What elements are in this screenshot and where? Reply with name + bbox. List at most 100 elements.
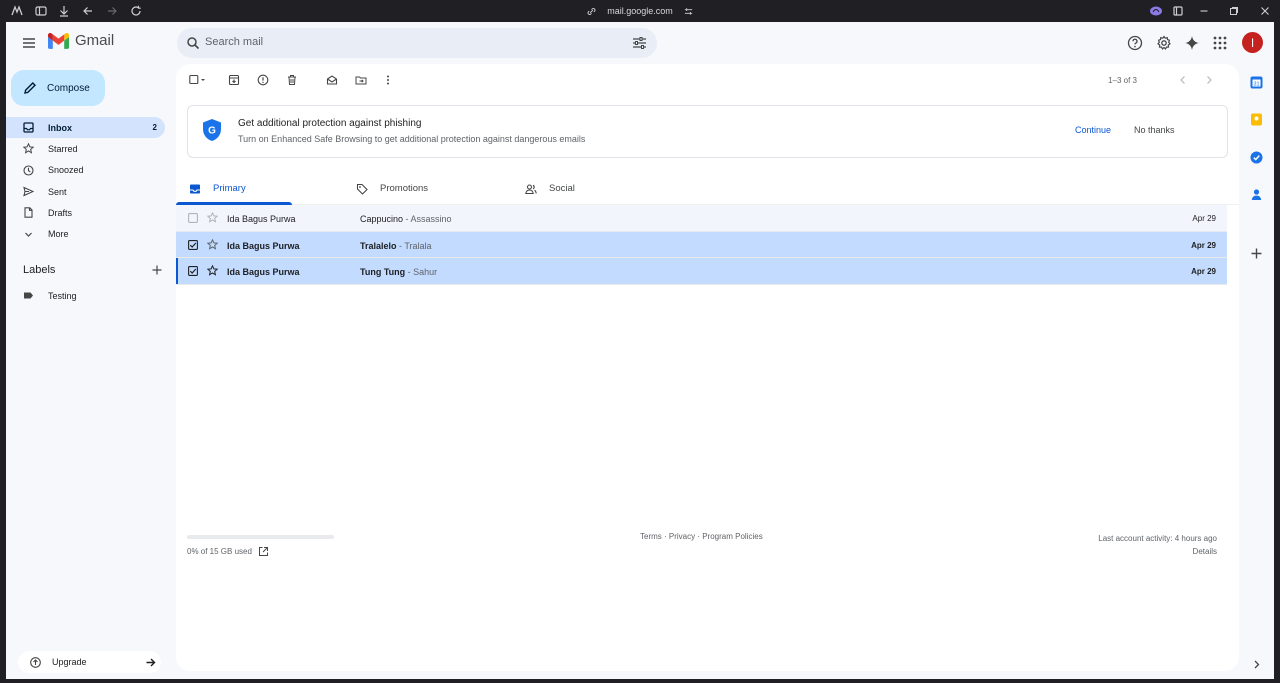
- keep-notes-icon[interactable]: [1250, 113, 1263, 126]
- storage-usage: 0% of 15 GB used: [187, 546, 269, 557]
- email-subject: Cappucino: [360, 214, 404, 224]
- main-menu-icon[interactable]: [20, 34, 38, 52]
- footer-links[interactable]: Terms · Privacy · Program Policies: [640, 532, 763, 541]
- tab-promotions[interactable]: Promotions: [356, 172, 428, 205]
- archive-icon[interactable]: [228, 74, 240, 86]
- sidebar-nav: Inbox 2 Starred Snoozed Sent Drafts More: [6, 117, 165, 245]
- email-list: Ida Bagus Purwa Cappucino - Assassino Ap…: [176, 205, 1227, 286]
- sidebar-toggle-icon[interactable]: [34, 4, 48, 18]
- gmail-m-icon: [48, 32, 69, 49]
- help-icon[interactable]: [1127, 35, 1143, 51]
- older-page-icon[interactable]: [1203, 74, 1215, 86]
- tag-icon: [356, 183, 368, 195]
- send-icon: [23, 186, 34, 197]
- tab-social[interactable]: Social: [525, 172, 575, 205]
- sidebar-item-starred[interactable]: Starred: [6, 138, 165, 159]
- sidebar-item-inbox[interactable]: Inbox 2: [6, 117, 165, 139]
- add-addon-icon[interactable]: [1250, 247, 1263, 260]
- download-icon[interactable]: [57, 4, 71, 18]
- minimize-icon[interactable]: [1197, 4, 1211, 18]
- compose-label: Compose: [47, 82, 90, 94]
- label-name: Testing: [48, 290, 77, 301]
- search-options-icon[interactable]: [632, 36, 647, 50]
- compose-button[interactable]: Compose: [11, 70, 105, 106]
- mark-as-read-icon[interactable]: [326, 74, 338, 86]
- labels-header: Labels: [23, 264, 163, 276]
- upgrade-icon: [30, 656, 41, 668]
- browser-menu-icon[interactable]: [10, 4, 24, 18]
- reload-icon[interactable]: [129, 4, 143, 18]
- sidebar-item-label: More: [48, 229, 69, 240]
- star-toggle-icon[interactable]: [207, 212, 218, 223]
- gemini-sparkle-icon[interactable]: [1184, 35, 1200, 51]
- sidebar-item-sent[interactable]: Sent: [6, 181, 165, 202]
- tasks-icon[interactable]: [1250, 151, 1263, 164]
- delete-icon[interactable]: [286, 74, 298, 86]
- clock-icon: [23, 165, 34, 176]
- gmail-logo[interactable]: Gmail: [48, 32, 114, 49]
- forward-icon[interactable]: [105, 4, 119, 18]
- sidebar-label-testing[interactable]: Testing: [23, 290, 77, 301]
- storage-usage-text: 0% of 15 GB used: [187, 547, 252, 556]
- banner-subtitle: Turn on Enhanced Safe Browsing to get ad…: [238, 134, 586, 144]
- add-label-icon[interactable]: [151, 264, 163, 276]
- close-window-icon[interactable]: [1258, 4, 1272, 18]
- inbox-icon: [23, 122, 34, 133]
- sidebar-item-drafts[interactable]: Drafts: [6, 202, 165, 223]
- email-snippet: - Assassino: [403, 214, 452, 224]
- email-row[interactable]: Ida Bagus Purwa Tralalelo - Tralala Apr …: [176, 231, 1227, 259]
- more-vert-icon[interactable]: [382, 74, 394, 86]
- link-icon: [586, 6, 597, 17]
- continue-button[interactable]: Continue: [1075, 125, 1111, 135]
- row-checkbox[interactable]: [188, 213, 198, 223]
- newer-page-icon[interactable]: [1177, 74, 1189, 86]
- open-external-icon[interactable]: [258, 546, 269, 557]
- star-icon: [23, 143, 34, 155]
- tab-primary[interactable]: Primary: [176, 172, 292, 205]
- tab-label: Social: [549, 183, 575, 194]
- sidebar-item-more[interactable]: More: [6, 223, 165, 244]
- email-snippet: - Tralala: [396, 240, 432, 251]
- expand-side-panel-icon[interactable]: [1250, 658, 1263, 671]
- sidebar-item-label: Snoozed: [48, 165, 84, 176]
- star-toggle-icon[interactable]: [207, 238, 218, 250]
- search-bar[interactable]: Search mail: [177, 28, 657, 58]
- calendar-icon[interactable]: 31: [1250, 76, 1263, 89]
- no-thanks-button[interactable]: No thanks: [1134, 125, 1175, 135]
- select-all-checkbox[interactable]: [189, 74, 207, 86]
- upgrade-label: Upgrade: [52, 657, 87, 667]
- site-settings-icon[interactable]: [683, 6, 694, 17]
- email-row[interactable]: Ida Bagus Purwa Cappucino - Assassino Ap…: [176, 205, 1227, 232]
- inbox-unread-count: 2: [152, 123, 157, 133]
- email-subject-line: Tralalelo - Tralala: [360, 241, 432, 251]
- settings-gear-icon[interactable]: [1156, 35, 1172, 51]
- star-toggle-icon[interactable]: [207, 265, 218, 277]
- address-bar[interactable]: mail.google.com: [560, 0, 720, 22]
- restore-icon[interactable]: [1227, 4, 1241, 18]
- account-avatar[interactable]: I: [1242, 32, 1263, 53]
- row-checkbox[interactable]: [188, 239, 198, 250]
- tab-label: Primary: [213, 183, 246, 194]
- activity-details-link[interactable]: Details: [1098, 545, 1217, 558]
- contacts-icon[interactable]: [1250, 188, 1263, 201]
- back-icon[interactable]: [81, 4, 95, 18]
- search-input[interactable]: Search mail: [205, 36, 263, 48]
- extension-icon[interactable]: [1149, 4, 1163, 18]
- gmail-app: Gmail Search mail I Compose Inbox 2 Star…: [6, 22, 1274, 679]
- apps-grid-icon[interactable]: [1212, 35, 1228, 51]
- browser-titlebar: mail.google.com: [0, 0, 1280, 22]
- row-checkbox[interactable]: [188, 266, 198, 277]
- app-name: Gmail: [75, 32, 115, 49]
- sidebar-item-label: Starred: [48, 143, 78, 154]
- email-date: Apr 29: [1191, 240, 1216, 250]
- email-subject: Tralalelo: [360, 240, 397, 251]
- sidebar-item-snoozed[interactable]: Snoozed: [6, 160, 165, 181]
- svg-text:G: G: [208, 126, 216, 137]
- email-row[interactable]: Ida Bagus Purwa Tung Tung - Sahur Apr 29: [176, 258, 1227, 286]
- labels-title: Labels: [23, 264, 56, 276]
- report-spam-icon[interactable]: [257, 74, 269, 86]
- tab-layout-icon[interactable]: [1171, 4, 1185, 18]
- search-icon[interactable]: [186, 36, 200, 50]
- upgrade-button[interactable]: Upgrade: [18, 651, 161, 673]
- move-to-icon[interactable]: [355, 74, 367, 86]
